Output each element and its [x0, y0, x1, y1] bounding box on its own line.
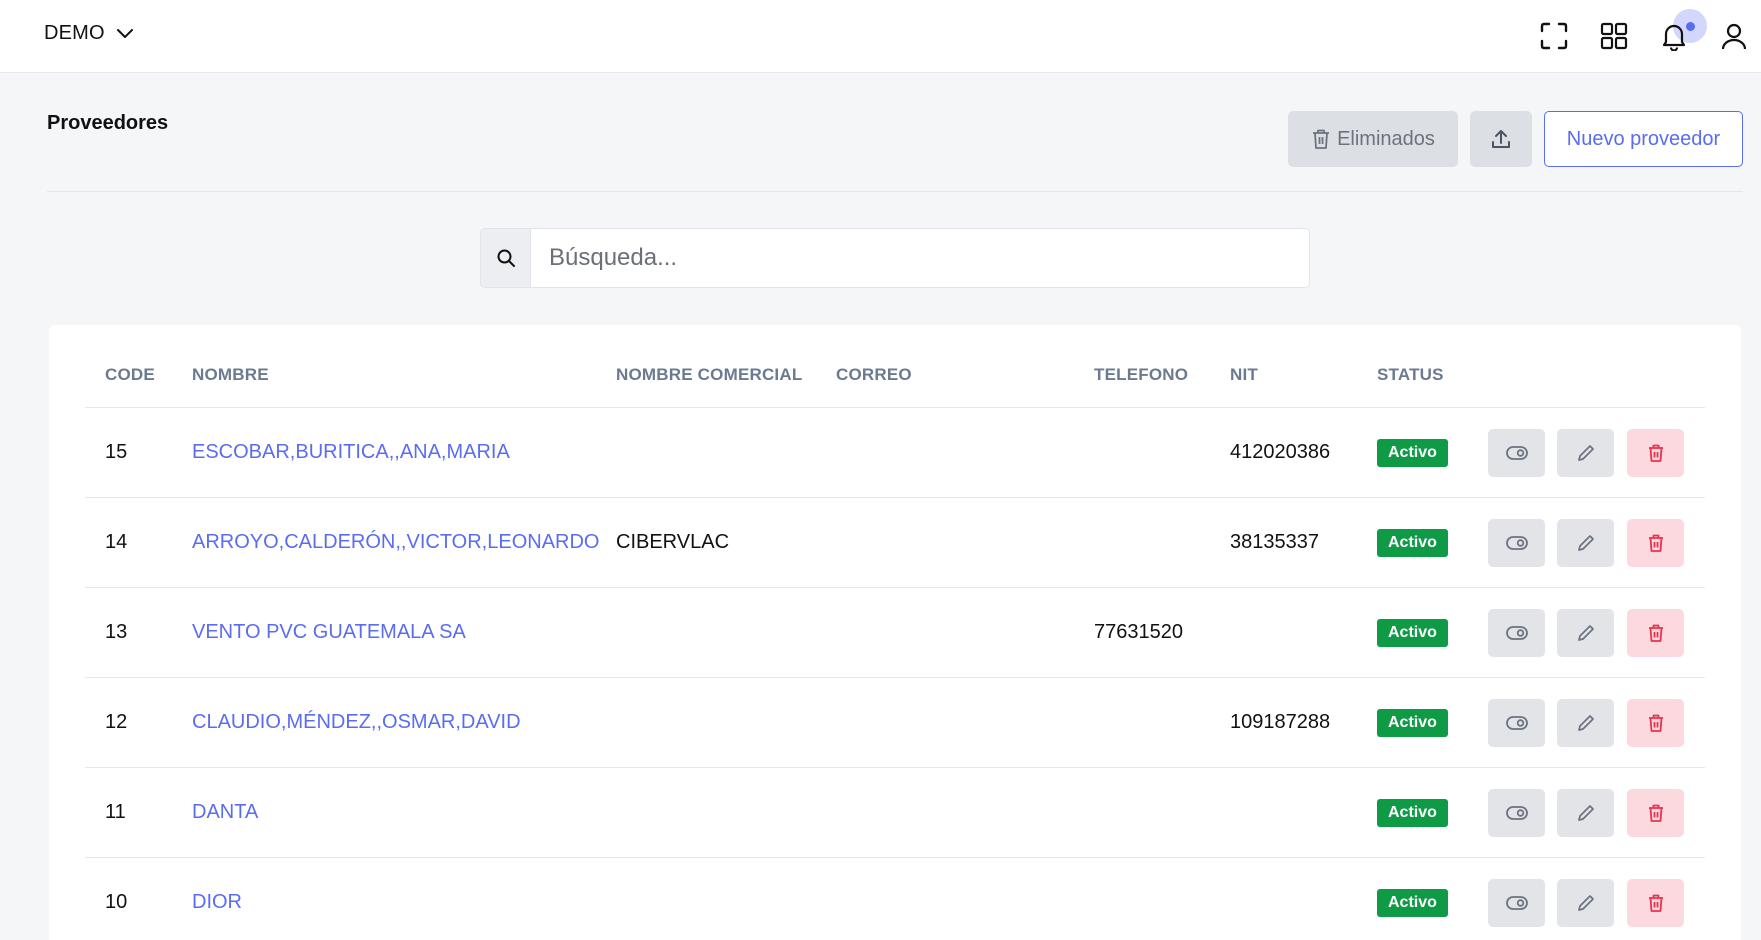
toggle-button[interactable]: [1488, 519, 1545, 567]
table-row: 15 ESCOBAR,BURITICA,,ANA,MARIA 412020386…: [85, 408, 1705, 498]
column-header-correo[interactable]: CORREO: [836, 365, 912, 385]
cell-nombre-comercial: CIBERVLAC: [616, 531, 730, 553]
column-header-code[interactable]: CODE: [105, 365, 155, 385]
search-icon: [497, 249, 515, 267]
toggle-icon: [1505, 716, 1528, 730]
bell-icon: [1662, 24, 1686, 51]
table-row: 10 DIOR Activo: [85, 858, 1705, 940]
column-header-nombre-comercial[interactable]: NOMBRE COMERCIAL: [616, 365, 802, 385]
cell-nit: 38135337: [1230, 531, 1319, 553]
apps-grid-icon: [1600, 22, 1628, 50]
edit-button[interactable]: [1557, 609, 1614, 657]
search-box: [480, 228, 1310, 288]
toggle-icon: [1505, 446, 1528, 460]
pencil-icon: [1577, 715, 1594, 731]
user-menu-button[interactable]: [1716, 18, 1752, 54]
delete-button[interactable]: [1627, 699, 1684, 747]
cell-code: 12: [105, 711, 128, 733]
header-divider: [47, 191, 1743, 192]
delete-button[interactable]: [1627, 879, 1684, 927]
cell-nit: 109187288: [1230, 711, 1331, 733]
toggle-icon: [1505, 806, 1528, 820]
cell-nombre-link[interactable]: CLAUDIO,MÉNDEZ,,OSMAR,DAVID: [192, 678, 521, 767]
cell-nombre-link[interactable]: ARROYO,CALDERÓN,,VICTOR,LEONARDO: [192, 498, 599, 587]
delete-button[interactable]: [1627, 789, 1684, 837]
cell-code: 13: [105, 621, 128, 643]
status-badge: Activo: [1377, 888, 1448, 917]
delete-button[interactable]: [1627, 429, 1684, 477]
deleted-button[interactable]: Eliminados: [1288, 111, 1458, 167]
fullscreen-button[interactable]: [1536, 18, 1572, 54]
pencil-icon: [1577, 535, 1594, 551]
user-icon: [1721, 23, 1747, 50]
toggle-button[interactable]: [1488, 699, 1545, 747]
table-row: 13 VENTO PVC GUATEMALA SA 77631520 Activ…: [85, 588, 1705, 678]
cell-nombre-link[interactable]: ESCOBAR,BURITICA,,ANA,MARIA: [192, 408, 510, 497]
status-badge: Activo: [1377, 798, 1448, 827]
toggle-icon: [1505, 896, 1528, 910]
edit-button[interactable]: [1557, 699, 1614, 747]
top-bar: DEMO: [0, 0, 1761, 73]
edit-button[interactable]: [1557, 879, 1614, 927]
table-row: 14 ARROYO,CALDERÓN,,VICTOR,LEONARDO CIBE…: [85, 498, 1705, 588]
edit-button[interactable]: [1557, 519, 1614, 567]
trash-icon: [1648, 624, 1663, 642]
toggle-button[interactable]: [1488, 609, 1545, 657]
search-addon: [481, 229, 531, 287]
workspace-name: DEMO: [44, 22, 105, 44]
fullscreen-icon: [1540, 22, 1568, 50]
table-row: 12 CLAUDIO,MÉNDEZ,,OSMAR,DAVID 109187288…: [85, 678, 1705, 768]
cell-nombre-link[interactable]: DANTA: [192, 768, 258, 857]
table-row: 11 DANTA Activo: [85, 768, 1705, 858]
toggle-button[interactable]: [1488, 429, 1545, 477]
status-badge: Activo: [1377, 618, 1448, 647]
toggle-icon: [1505, 536, 1528, 550]
edit-button[interactable]: [1557, 429, 1614, 477]
edit-button[interactable]: [1557, 789, 1614, 837]
cell-code: 15: [105, 441, 128, 463]
column-header-status[interactable]: STATUS: [1377, 365, 1444, 385]
deleted-button-label: Eliminados: [1337, 127, 1435, 150]
apps-button[interactable]: [1596, 18, 1632, 54]
upload-icon: [1492, 130, 1510, 148]
trash-icon: [1648, 534, 1663, 552]
upload-button[interactable]: [1470, 111, 1532, 167]
cell-code: 11: [105, 801, 126, 823]
search-input[interactable]: [531, 229, 1309, 287]
pencil-icon: [1577, 445, 1594, 461]
cell-nombre-link[interactable]: VENTO PVC GUATEMALA SA: [192, 588, 466, 677]
toggle-button[interactable]: [1488, 789, 1545, 837]
pencil-icon: [1577, 625, 1594, 641]
new-supplier-button[interactable]: Nuevo proveedor: [1544, 111, 1743, 167]
delete-button[interactable]: [1627, 609, 1684, 657]
column-header-nombre[interactable]: NOMBRE: [192, 365, 269, 385]
trash-icon: [1648, 444, 1663, 462]
toggle-icon: [1505, 626, 1528, 640]
cell-telefono: 77631520: [1094, 621, 1183, 643]
pencil-icon: [1577, 895, 1594, 911]
cell-code: 14: [105, 531, 128, 553]
trash-icon: [1648, 804, 1663, 822]
notifications-button[interactable]: [1656, 9, 1707, 54]
trash-icon: [1313, 129, 1330, 149]
cell-nit: 412020386: [1230, 441, 1331, 463]
pencil-icon: [1577, 805, 1594, 821]
status-badge: Activo: [1377, 438, 1448, 467]
workspace-selector[interactable]: DEMO: [44, 22, 135, 45]
status-badge: Activo: [1377, 708, 1448, 737]
delete-button[interactable]: [1627, 519, 1684, 567]
column-header-nit[interactable]: NIT: [1230, 365, 1258, 385]
page-title: Proveedores: [47, 112, 169, 134]
column-header-telefono[interactable]: TELEFONO: [1094, 365, 1188, 385]
cell-code: 10: [105, 891, 128, 913]
status-badge: Activo: [1377, 528, 1448, 557]
trash-icon: [1648, 894, 1663, 912]
trash-icon: [1648, 714, 1663, 732]
cell-nombre-link[interactable]: DIOR: [192, 858, 242, 940]
toggle-button[interactable]: [1488, 879, 1545, 927]
chevron-down-icon: [116, 28, 133, 38]
